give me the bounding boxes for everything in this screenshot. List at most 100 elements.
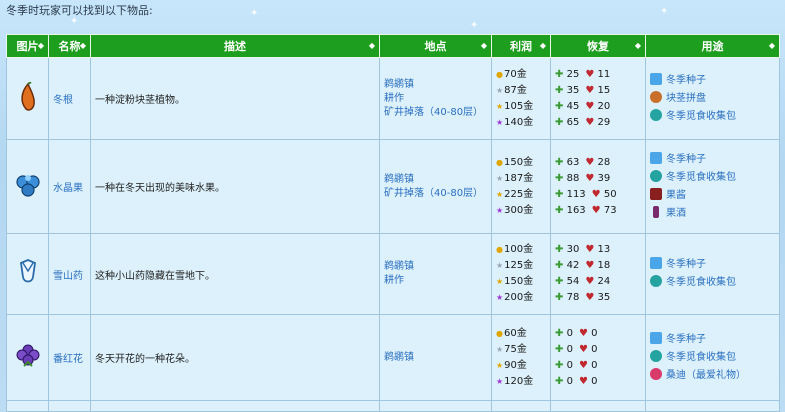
health-value: 39: [597, 172, 611, 184]
location-link[interactable]: 鹈鹕镇: [384, 260, 487, 274]
energy-value: 30: [566, 244, 580, 255]
health-value: 28: [597, 156, 611, 168]
energy-value: 0: [566, 327, 573, 339]
header-uses[interactable]: 用途 ◆: [645, 34, 780, 58]
energy-value: 45: [566, 100, 580, 112]
health-icon: ♥: [578, 343, 588, 355]
health-value: 73: [603, 204, 617, 216]
use-link[interactable]: 桑迪（最爱礼物）: [666, 370, 746, 381]
health-icon: ♥: [585, 172, 595, 184]
iridium-star-icon: ★: [496, 376, 504, 386]
table-row: 番红花 冬天开花的一种花朵。 鹈鹕镇 ●60金 ★75金 ★90金 ★120金 …: [6, 314, 780, 401]
item-description: 冬天开花的一种花朵。: [95, 354, 195, 365]
use-link[interactable]: 冬季觅食收集包: [666, 277, 736, 288]
health-icon: ♥: [585, 292, 595, 303]
item-name-link[interactable]: 雪山药: [53, 271, 83, 282]
energy-value: 113: [566, 188, 586, 200]
energy-value: 78: [566, 292, 580, 303]
price-value: 125金: [504, 260, 534, 271]
energy-value: 163: [566, 204, 586, 216]
sparkle-icon: ✦: [250, 8, 259, 19]
energy-value: 25: [566, 68, 580, 80]
energy-icon: ✚: [555, 292, 564, 303]
table-row: [6, 400, 780, 412]
location-link[interactable]: 鹈鹕镇: [384, 78, 487, 92]
header-location[interactable]: 地点 ◆: [379, 34, 492, 58]
seed-icon: [650, 151, 662, 164]
sandy-icon: [650, 367, 662, 380]
use-link[interactable]: 冬季种子: [666, 154, 706, 165]
health-icon: ♥: [585, 68, 595, 80]
use-link[interactable]: 冬季种子: [666, 334, 706, 345]
price-value: 300金: [504, 204, 534, 216]
energy-icon: ✚: [555, 156, 564, 168]
header-picture[interactable]: 图片 ◆: [6, 34, 49, 58]
energy-icon: ✚: [555, 244, 564, 255]
header-restore[interactable]: 恢复 ◆: [550, 34, 646, 58]
bundle-icon: [650, 108, 662, 121]
jelly-icon: [650, 187, 662, 200]
sparkle-icon: ✦: [660, 6, 669, 17]
energy-value: 0: [566, 343, 573, 355]
price-value: 100金: [503, 244, 534, 255]
seed-icon: [650, 257, 662, 269]
item-name-link[interactable]: 番红花: [53, 354, 83, 365]
energy-icon: ✚: [555, 84, 564, 96]
location-link[interactable]: 耕作: [384, 274, 487, 288]
price-value: 60金: [503, 327, 527, 339]
health-value: 0: [591, 343, 598, 355]
use-link[interactable]: 冬季种子: [666, 259, 706, 270]
price-value: 200金: [504, 292, 534, 303]
silver-star-icon: ★: [496, 85, 504, 95]
health-icon: ♥: [591, 188, 601, 200]
health-value: 13: [597, 244, 611, 255]
health-icon: ♥: [585, 156, 595, 168]
health-value: 24: [597, 276, 611, 287]
header-profit[interactable]: 利润 ◆: [491, 34, 551, 58]
iridium-star-icon: ★: [496, 117, 504, 127]
health-icon: ♥: [585, 84, 595, 96]
use-link[interactable]: 果酱: [666, 190, 686, 201]
gold-star-icon: ★: [496, 189, 504, 199]
iridium-star-icon: ★: [496, 293, 504, 302]
energy-value: 54: [566, 276, 580, 287]
health-icon: ♥: [578, 375, 588, 387]
energy-icon: ✚: [555, 276, 564, 287]
item-description: 一种淀粉块茎植物。: [95, 95, 185, 106]
location-link[interactable]: 矿井掉落（40-80层）: [384, 106, 487, 120]
seed-icon: [650, 72, 662, 85]
health-value: 0: [591, 327, 598, 339]
item-name-link[interactable]: 冬根: [53, 95, 73, 106]
location-link[interactable]: 矿井掉落（40-80层）: [384, 187, 487, 201]
use-link[interactable]: 冬季觅食收集包: [666, 172, 736, 183]
health-icon: ♥: [578, 359, 588, 371]
item-name-link[interactable]: 水晶果: [53, 183, 83, 194]
dish-icon: [650, 90, 662, 103]
gold-star-icon: ★: [496, 101, 504, 111]
use-link[interactable]: 冬季种子: [666, 75, 706, 86]
health-value: 15: [597, 84, 611, 96]
crystal-fruit-icon: [15, 175, 40, 197]
silver-star-icon: ★: [496, 261, 504, 270]
sparkle-icon: ✦: [470, 20, 479, 31]
health-value: 0: [591, 375, 598, 387]
header-name[interactable]: 名称 ◆: [48, 34, 91, 58]
silver-star-icon: ★: [496, 173, 504, 183]
seed-icon: [650, 331, 662, 344]
location-link[interactable]: 鹈鹕镇: [384, 173, 487, 187]
table-row: 冬根 一种淀粉块茎植物。 鹈鹕镇 耕作 矿井掉落（40-80层） ●70金 ★8…: [6, 57, 780, 140]
use-link[interactable]: 果酒: [666, 208, 686, 219]
energy-icon: ✚: [555, 260, 564, 271]
use-link[interactable]: 冬季觅食收集包: [666, 111, 736, 122]
location-link[interactable]: 耕作: [384, 92, 487, 106]
header-description[interactable]: 描述 ◆: [90, 34, 380, 58]
location-link[interactable]: 鹈鹕镇: [384, 351, 487, 365]
use-link[interactable]: 块茎拼盘: [666, 93, 706, 104]
use-link[interactable]: 冬季觅食收集包: [666, 352, 736, 363]
price-value: 105金: [504, 100, 534, 112]
item-description: 一种在冬天出现的美味水果。: [95, 183, 225, 194]
energy-icon: ✚: [555, 375, 564, 387]
wine-icon: [653, 205, 659, 218]
base-quality-icon: ●: [496, 69, 503, 79]
price-value: 70金: [503, 68, 527, 80]
